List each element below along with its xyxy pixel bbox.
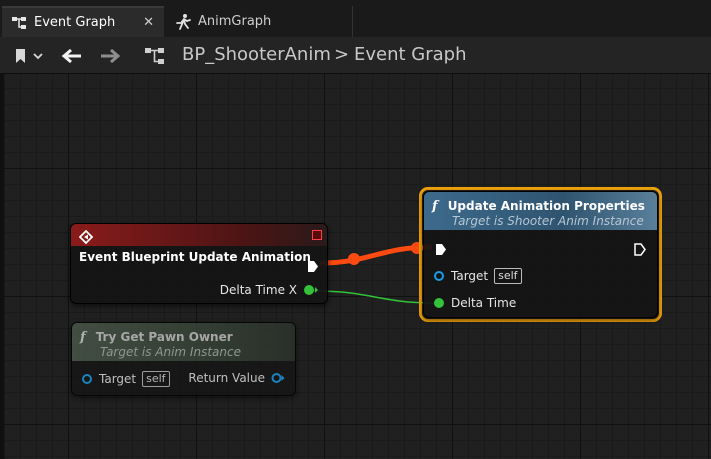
- target-in-row: Target self: [82, 371, 170, 387]
- tab-label: AnimGraph: [198, 14, 272, 29]
- breadcrumb-separator: >: [334, 44, 350, 65]
- exec-out-pin[interactable]: [634, 241, 646, 256]
- function-icon: f: [80, 330, 86, 345]
- graph-toolbar: BP_ShooterAnim > Event Graph: [0, 37, 711, 74]
- pin-label: Return Value: [188, 371, 265, 385]
- return-value-row: Return Value: [188, 371, 285, 385]
- graph-icon: [142, 45, 168, 67]
- float-pin[interactable]: [303, 284, 319, 296]
- object-pin[interactable]: [271, 372, 285, 384]
- back-button[interactable]: [60, 46, 84, 66]
- close-icon[interactable]: ✕: [143, 15, 154, 30]
- running-figure-icon: [174, 13, 192, 31]
- bookmark-dropdown[interactable]: [12, 46, 46, 66]
- arrow-right-icon: [101, 48, 121, 64]
- pin-label: Target: [451, 269, 489, 283]
- bookmark-icon: [16, 49, 43, 63]
- tab-anim-graph[interactable]: AnimGraph: [168, 6, 308, 37]
- try-get-pawn-owner-node[interactable]: f Try Get Pawn Owner Target is Anim Inst…: [71, 322, 296, 396]
- exec-in-pin[interactable]: [435, 241, 447, 255]
- event-update-animation-node[interactable]: Event Blueprint Update Animation Delta T…: [70, 223, 328, 304]
- tab-divider: [352, 6, 353, 37]
- breadcrumb-graph[interactable]: Event Graph: [354, 43, 467, 67]
- delta-time-out-row: Delta Time X: [220, 283, 319, 297]
- node-subtitle: Target is Shooter Anim Instance: [452, 214, 644, 228]
- target-in-row: Target self: [434, 268, 522, 284]
- tab-event-graph[interactable]: Event Graph ✕: [2, 6, 164, 37]
- pin-label: Delta Time: [451, 296, 517, 310]
- forward-button[interactable]: [98, 46, 122, 66]
- object-pin[interactable]: [82, 374, 92, 384]
- exec-out-pin[interactable]: [307, 258, 319, 272]
- self-value[interactable]: self: [494, 268, 522, 284]
- object-pin[interactable]: [434, 271, 444, 281]
- node-header: Event Blueprint Update Animation: [71, 224, 327, 264]
- node-header: f Update Animation Properties Target is …: [424, 192, 657, 230]
- pin-label: Delta Time X: [219, 283, 297, 297]
- graph-icon: [10, 14, 28, 32]
- tab-label: Event Graph: [34, 15, 116, 30]
- node-title: Event Blueprint Update Animation: [79, 250, 311, 264]
- node-header: f Try Get Pawn Owner Target is Anim Inst…: [72, 323, 295, 361]
- update-animation-properties-node[interactable]: f Update Animation Properties Target is …: [423, 191, 658, 318]
- delegate-pin[interactable]: [312, 230, 322, 240]
- self-value[interactable]: self: [142, 371, 170, 387]
- canvas-left-edge: [0, 74, 4, 459]
- node-title: Update Animation Properties: [447, 199, 645, 213]
- tab-bar: Event Graph ✕ AnimGraph: [0, 0, 711, 37]
- node-title: Try Get Pawn Owner: [95, 330, 233, 344]
- float-pin[interactable]: [434, 298, 444, 308]
- node-subtitle: Target is Anim Instance: [100, 345, 241, 359]
- function-icon: f: [432, 199, 438, 214]
- arrow-left-icon: [61, 48, 81, 64]
- delta-time-in-row: Delta Time: [434, 296, 516, 310]
- pin-label: Target: [99, 372, 137, 386]
- breadcrumb-blueprint[interactable]: BP_ShooterAnim: [182, 43, 331, 67]
- event-diamond-icon: [78, 229, 94, 245]
